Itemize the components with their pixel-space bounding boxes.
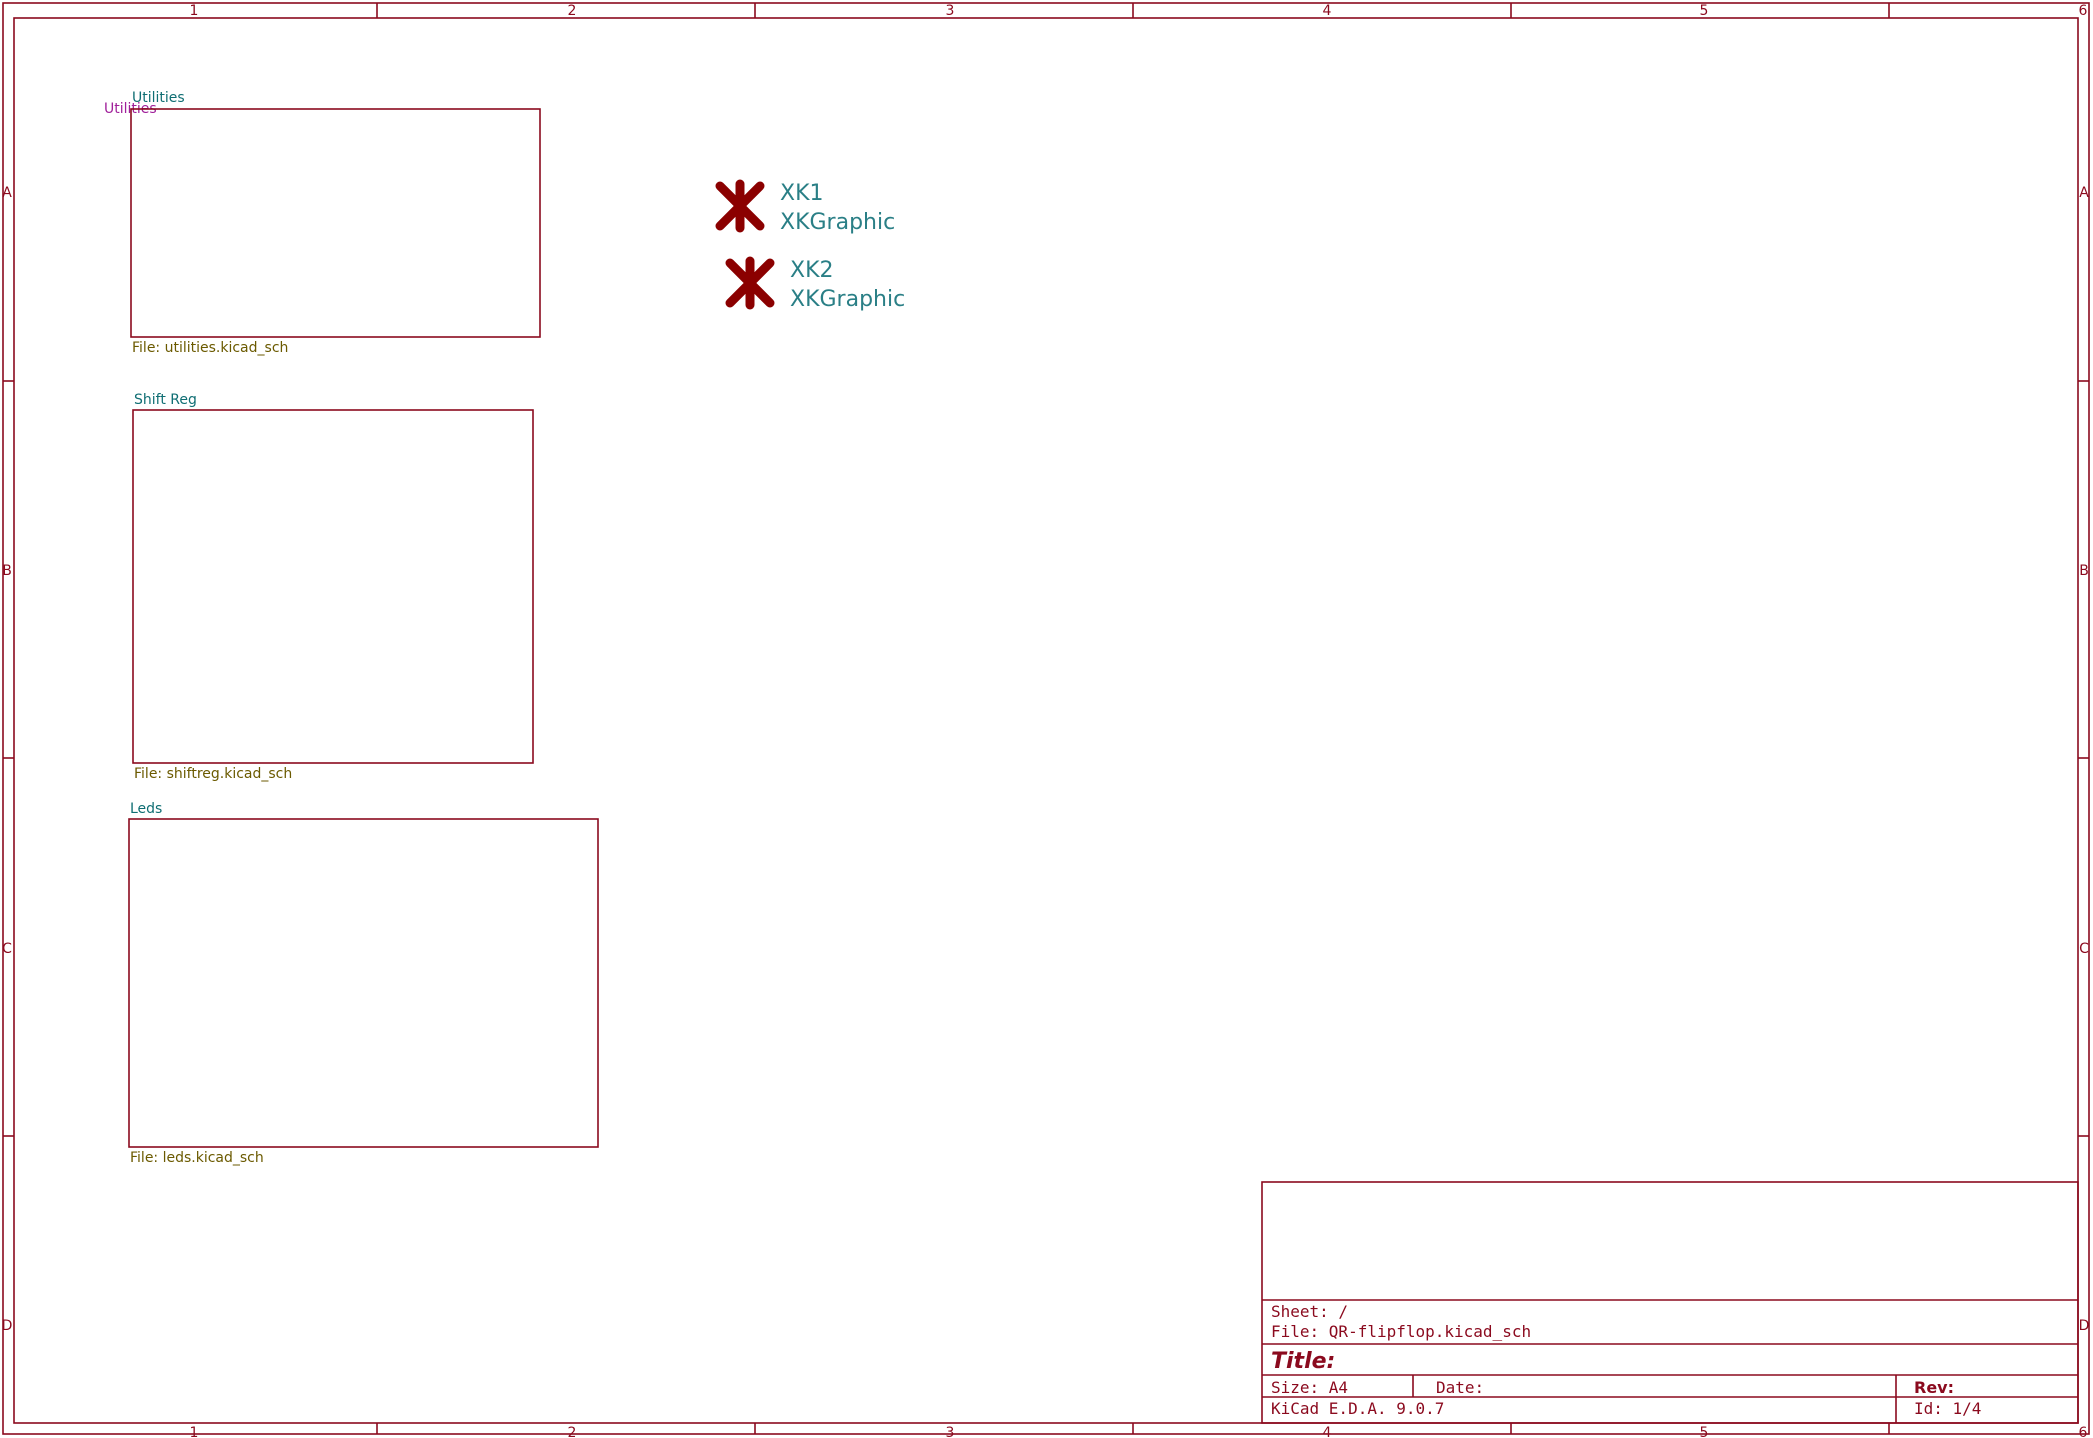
sheet-box[interactable] xyxy=(128,818,599,1148)
symbol-xk1[interactable]: XK1 XKGraphic xyxy=(715,179,895,235)
row-label-left: B xyxy=(2,563,12,579)
column-label-bottom: 2 xyxy=(568,1425,577,1438)
sheet-leds[interactable]: Leds File: leds.kicad_sch xyxy=(128,801,599,1166)
title-block-date: Date: xyxy=(1436,1378,1484,1397)
symbol-xk2[interactable]: XK2 XKGraphic xyxy=(725,256,905,312)
title-block-id: Id: 1/4 xyxy=(1914,1399,1981,1418)
asterisk-graphic-icon xyxy=(715,179,765,233)
sheet-shift-reg[interactable]: Shift Reg File: shiftreg.kicad_sch xyxy=(132,392,534,782)
row-label-right: B xyxy=(2079,563,2089,579)
column-label-top: 3 xyxy=(946,3,955,19)
sheet-file: File: utilities.kicad_sch xyxy=(132,340,288,356)
column-label-top: 1 xyxy=(190,3,199,19)
column-label-top: 5 xyxy=(1700,3,1709,19)
column-label-bottom: 3 xyxy=(946,1425,955,1438)
row-label-right: D xyxy=(2079,1318,2090,1334)
row-label-left: C xyxy=(2,941,12,957)
sheet-box[interactable] xyxy=(130,108,541,338)
title-block-size: Size: A4 xyxy=(1271,1378,1348,1397)
row-label-left: D xyxy=(2,1318,13,1334)
title-block-sheet: Sheet: / xyxy=(1271,1302,1348,1321)
column-label-bottom: 5 xyxy=(1700,1425,1709,1438)
symbol-reference: XK1 xyxy=(780,181,824,206)
title-block-title: Title: xyxy=(1271,1349,1335,1374)
row-label-right: A xyxy=(2079,185,2089,201)
symbol-reference: XK2 xyxy=(790,258,834,283)
sheet-name: Utilities xyxy=(132,90,185,106)
column-label-bottom: 1 xyxy=(190,1425,199,1438)
column-label-bottom: 4 xyxy=(1323,1425,1332,1438)
column-ticks xyxy=(376,3,1890,1434)
sheet-utilities[interactable]: Utilities File: utilities.kicad_sch xyxy=(130,90,541,356)
title-block-box xyxy=(1261,1181,2079,1424)
outer-border xyxy=(2,2,2090,1435)
sheet-box[interactable] xyxy=(132,409,534,764)
sheet-file: File: shiftreg.kicad_sch xyxy=(134,766,292,782)
column-label-top: 4 xyxy=(1323,3,1332,19)
title-block[interactable]: Sheet: / File: QR-flipflop.kicad_sch Tit… xyxy=(1261,1181,2079,1424)
symbol-value: XKGraphic xyxy=(780,210,895,235)
title-block-rev: Rev: xyxy=(1914,1378,1954,1397)
row-ticks xyxy=(3,380,2089,1137)
column-label-top: 2 xyxy=(568,3,577,19)
sheet-file: File: leds.kicad_sch xyxy=(130,1150,264,1166)
sheet-name: Leds xyxy=(130,801,162,817)
asterisk-graphic-icon xyxy=(725,256,775,310)
sheet-name: Shift Reg xyxy=(134,392,197,408)
title-block-app: KiCad E.D.A. 9.0.7 xyxy=(1271,1399,1444,1418)
row-label-right: C xyxy=(2079,941,2089,957)
row-label-left: A xyxy=(2,185,12,201)
inner-border xyxy=(13,17,2079,1424)
schematic-canvas[interactable]: 1 2 3 4 5 6 1 2 3 4 5 6 A B C D A B C D … xyxy=(0,0,2093,1438)
column-label-bottom: 6 xyxy=(2079,1425,2088,1438)
title-block-file: File: QR-flipflop.kicad_sch xyxy=(1271,1322,1531,1341)
symbol-value: XKGraphic xyxy=(790,287,905,312)
column-label-top: 6 xyxy=(2079,3,2088,19)
